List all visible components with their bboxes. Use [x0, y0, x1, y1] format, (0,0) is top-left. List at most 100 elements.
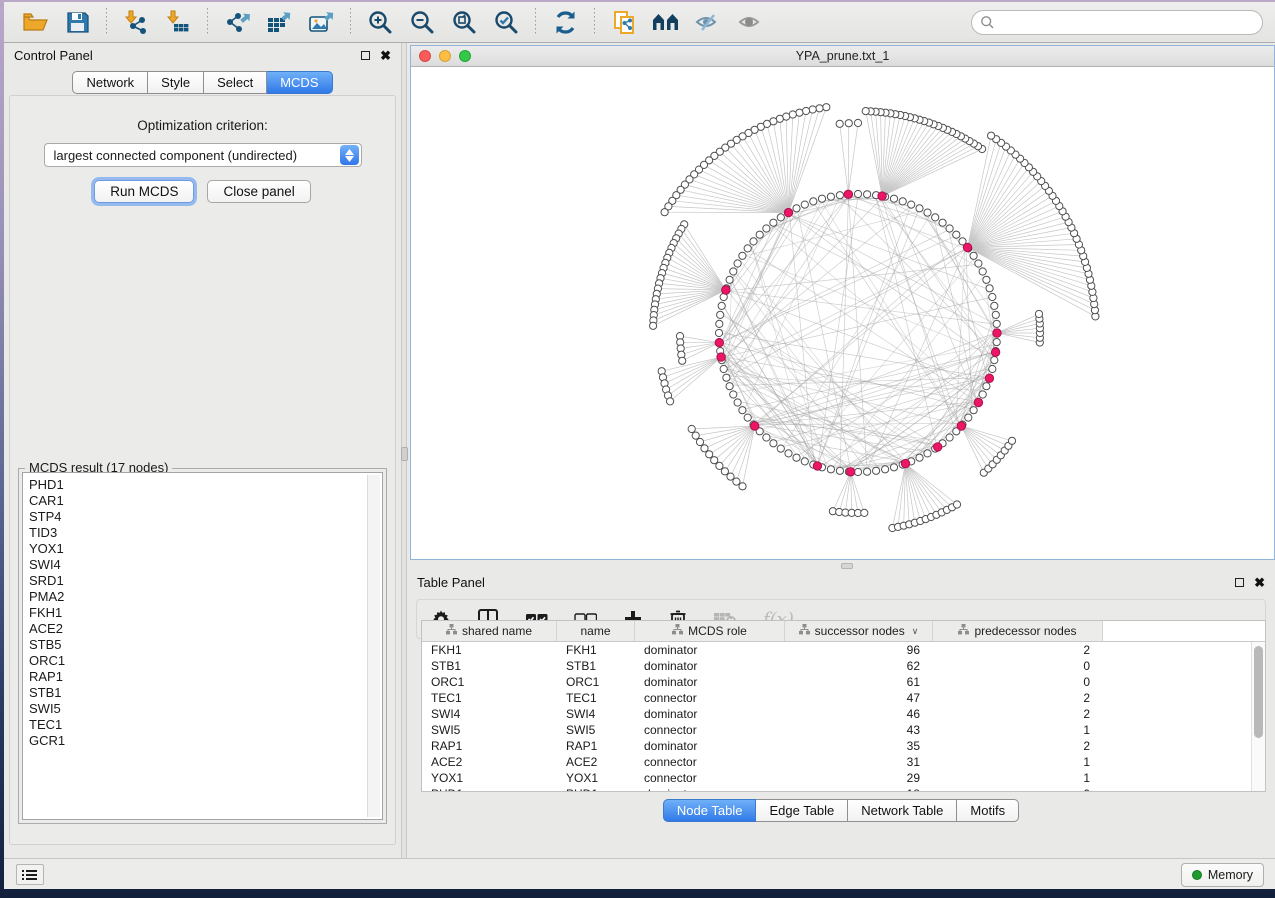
cell[interactable]: dominator: [635, 787, 785, 791]
cell[interactable]: 31: [785, 755, 933, 769]
cell[interactable]: 2: [933, 643, 1103, 657]
mcds-result-item[interactable]: SRD1: [29, 573, 362, 589]
cell[interactable]: 18: [785, 787, 933, 791]
mcds-result-item[interactable]: ORC1: [29, 653, 362, 669]
cell[interactable]: ORC1: [557, 675, 635, 689]
cell[interactable]: YOX1: [422, 771, 557, 785]
criterion-select[interactable]: largest connected component (undirected): [44, 143, 362, 167]
first-neighbors-icon[interactable]: [651, 7, 681, 37]
cell[interactable]: 46: [785, 707, 933, 721]
cell[interactable]: dominator: [635, 707, 785, 721]
table-row-YOX1[interactable]: YOX1YOX1connector291: [422, 770, 1251, 786]
column-header-MCDS-role[interactable]: MCDS role: [635, 621, 785, 641]
mcds-result-item[interactable]: SWI5: [29, 701, 362, 717]
cell[interactable]: dominator: [635, 643, 785, 657]
mcds-result-item[interactable]: GCR1: [29, 733, 362, 749]
cell[interactable]: dominator: [635, 659, 785, 673]
cell[interactable]: 96: [785, 643, 933, 657]
cell[interactable]: RAP1: [557, 739, 635, 753]
cell[interactable]: connector: [635, 723, 785, 737]
tab-motifs[interactable]: Motifs: [957, 799, 1019, 822]
table-row-ACE2[interactable]: ACE2ACE2connector311: [422, 754, 1251, 770]
tab-style[interactable]: Style: [148, 71, 204, 94]
cell[interactable]: 61: [785, 675, 933, 689]
cell[interactable]: 1: [933, 755, 1103, 769]
export-table-icon[interactable]: [264, 7, 294, 37]
cell[interactable]: 62: [785, 659, 933, 673]
panel-divider-horizontal[interactable]: [407, 562, 1275, 570]
task-history-button[interactable]: [16, 864, 44, 885]
cell[interactable]: 35: [785, 739, 933, 753]
cell[interactable]: PHD1: [557, 787, 635, 791]
tab-network[interactable]: Network: [72, 71, 148, 94]
import-network-icon[interactable]: [121, 7, 151, 37]
table-row-SWI4[interactable]: SWI4SWI4dominator462: [422, 706, 1251, 722]
cell[interactable]: 1: [933, 771, 1103, 785]
cell[interactable]: 2: [933, 691, 1103, 705]
zoom-out-icon[interactable]: [407, 7, 437, 37]
network-window-titlebar[interactable]: YPA_prune.txt_1: [411, 46, 1274, 67]
float-panel-icon[interactable]: [1235, 578, 1244, 587]
table-row-SWI5[interactable]: SWI5SWI5connector431: [422, 722, 1251, 738]
close-panel-icon[interactable]: ✖: [380, 51, 391, 60]
table-row-RAP1[interactable]: RAP1RAP1dominator352: [422, 738, 1251, 754]
cell[interactable]: ORC1: [422, 675, 557, 689]
cell[interactable]: ACE2: [422, 755, 557, 769]
cell[interactable]: TEC1: [422, 691, 557, 705]
zoom-in-icon[interactable]: [365, 7, 395, 37]
hide-selected-icon[interactable]: [693, 7, 723, 37]
search-box[interactable]: [971, 10, 1263, 35]
cell[interactable]: 0: [933, 659, 1103, 673]
tab-edge-table[interactable]: Edge Table: [756, 799, 848, 822]
table-row-PHD1[interactable]: PHD1PHD1dominator180: [422, 786, 1251, 791]
search-input[interactable]: [995, 16, 1262, 30]
memory-button[interactable]: Memory: [1181, 863, 1264, 887]
mcds-result-item[interactable]: TEC1: [29, 717, 362, 733]
cell[interactable]: dominator: [635, 675, 785, 689]
cell[interactable]: 29: [785, 771, 933, 785]
table-row-ORC1[interactable]: ORC1ORC1dominator610: [422, 674, 1251, 690]
mcds-result-scrollbar[interactable]: [367, 475, 380, 817]
cell[interactable]: STB1: [557, 659, 635, 673]
cell[interactable]: 2: [933, 707, 1103, 721]
column-header-predecessor-nodes[interactable]: predecessor nodes: [933, 621, 1103, 641]
cell[interactable]: RAP1: [422, 739, 557, 753]
cell[interactable]: SWI4: [422, 707, 557, 721]
float-panel-icon[interactable]: [361, 51, 370, 60]
cell[interactable]: SWI5: [422, 723, 557, 737]
tab-network-table[interactable]: Network Table: [848, 799, 957, 822]
refresh-icon[interactable]: [550, 7, 580, 37]
cell[interactable]: ACE2: [557, 755, 635, 769]
mcds-result-item[interactable]: PHD1: [29, 477, 362, 493]
column-header-successor-nodes[interactable]: successor nodes∨: [785, 621, 933, 641]
mcds-result-item[interactable]: SWI4: [29, 557, 362, 573]
cell[interactable]: 1: [933, 723, 1103, 737]
table-row-TEC1[interactable]: TEC1TEC1connector472: [422, 690, 1251, 706]
mcds-result-item[interactable]: STB1: [29, 685, 362, 701]
open-file-icon[interactable]: [20, 7, 50, 37]
table-row-FKH1[interactable]: FKH1FKH1dominator962: [422, 642, 1251, 658]
mcds-result-item[interactable]: TID3: [29, 525, 362, 541]
tab-select[interactable]: Select: [204, 71, 267, 94]
show-all-icon[interactable]: [735, 7, 765, 37]
cell[interactable]: SWI4: [557, 707, 635, 721]
tab-mcds[interactable]: MCDS: [267, 71, 332, 94]
new-network-from-selection-icon[interactable]: [609, 7, 639, 37]
cell[interactable]: 43: [785, 723, 933, 737]
mcds-result-item[interactable]: STB5: [29, 637, 362, 653]
cell[interactable]: 47: [785, 691, 933, 705]
cell[interactable]: YOX1: [557, 771, 635, 785]
column-header-shared-name[interactable]: shared name: [422, 621, 557, 641]
column-header-name[interactable]: name: [557, 621, 635, 641]
cell[interactable]: dominator: [635, 739, 785, 753]
cell[interactable]: SWI5: [557, 723, 635, 737]
cell[interactable]: 2: [933, 739, 1103, 753]
cell[interactable]: PHD1: [422, 787, 557, 791]
cell[interactable]: connector: [635, 755, 785, 769]
divider-grip[interactable]: [841, 563, 853, 569]
table-scrollbar[interactable]: [1251, 642, 1265, 791]
cell[interactable]: 0: [933, 787, 1103, 791]
cell[interactable]: STB1: [422, 659, 557, 673]
close-panel-button[interactable]: Close panel: [207, 180, 310, 203]
table-row-STB1[interactable]: STB1STB1dominator620: [422, 658, 1251, 674]
